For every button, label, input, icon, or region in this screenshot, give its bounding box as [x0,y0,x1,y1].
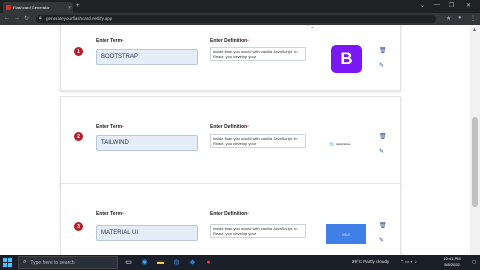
tailwind-logo-image[interactable]: ≋ tailwindcss [329,138,369,150]
edit-icon[interactable]: ✎ [379,148,384,155]
definition-label: Enter Definition* [210,124,249,130]
definition-label: Enter Definition* [210,38,249,44]
flashcard-row-2: 2 Enter Term* TAILWIND Enter Definition*… [60,96,401,185]
chrome-icon[interactable]: ◍ [172,258,181,267]
notifications-icon[interactable]: ▢ [472,259,476,265]
scroll-up-icon[interactable]: ▲ [472,27,477,33]
bootstrap-logo-image[interactable]: B [331,45,362,73]
url-text: generateyourflashcard.netlify.app [46,16,113,21]
restore-button[interactable]: ❐ [449,2,454,9]
minimize-button[interactable]: — [434,2,440,8]
tab-close-icon[interactable]: × [68,5,71,11]
tab-title: Flashcard Generator [13,5,50,10]
task-view-icon[interactable]: ▭ [124,258,133,267]
tab-search-icon[interactable]: ⌄ [420,2,425,9]
term-input[interactable]: MATERIAL UI [96,225,198,241]
card-number-badge: 1 [74,47,83,56]
edge-icon[interactable]: ◉ [140,258,149,267]
page-content: 1 Enter Term* BOOTSTRAP Enter Definition… [0,25,480,255]
scroll-handle-icon[interactable]: ⌃⌄ [306,25,314,30]
favicon-icon [6,5,11,10]
taskbar-search-box[interactable]: ⌕ Type here to search [18,256,118,269]
term-label: Enter Term* [96,38,124,44]
scrollbar-thumb[interactable] [472,117,478,207]
app-icon[interactable]: ● [204,258,213,267]
file-explorer-icon[interactable]: ▬ [156,258,165,267]
windows-taskbar: ⌕ Type here to search ▭ ◉ ▬ ◍ ◆ ● 29°C P… [0,255,480,270]
system-tray-icons[interactable]: ⌃ ▭ ◐ ♪ [400,259,417,265]
delete-icon[interactable]: 🗑 [379,222,387,229]
card-number-badge: 2 [74,132,83,141]
forward-button[interactable]: → [14,15,20,21]
term-input[interactable]: TAILWIND [96,135,198,151]
taskbar-clock[interactable]: 10:41 PM 5/8/2022 [437,256,467,268]
address-bar-row: ← → ↻ 🔒︎ generateyourflashcard.netlify.a… [0,13,480,25]
profile-icon[interactable]: ● [458,15,462,21]
vscode-icon[interactable]: ◆ [188,258,197,267]
card-number-badge: 3 [74,222,83,231]
delete-icon[interactable]: 🗑 [379,133,387,140]
term-label: Enter Term* [96,211,124,217]
url-field[interactable]: 🔒︎ generateyourflashcard.netlify.app [36,15,436,23]
extensions-icon[interactable]: ★ [446,15,451,22]
lock-icon: 🔒︎ [39,15,42,21]
term-input[interactable]: BOOTSTRAP [96,49,198,65]
new-tab-button[interactable]: + [76,3,80,9]
edit-icon[interactable]: ✎ [379,237,384,244]
delete-icon[interactable]: 🗑 [379,47,387,54]
reload-button[interactable]: ↻ [24,15,29,22]
term-label: Enter Term* [96,124,124,130]
search-icon: ⌕ [23,259,27,265]
back-button[interactable]: ← [4,15,10,21]
definition-textarea[interactable]: inside than you would with vanilla JavaS… [210,134,306,148]
close-window-button[interactable]: ✕ [466,2,471,9]
browser-tab[interactable]: Flashcard Generator × [3,2,73,13]
definition-label: Enter Definition* [210,211,249,217]
definition-textarea[interactable]: inside than you would with vanilla JavaS… [210,47,306,61]
edit-icon[interactable]: ✎ [379,62,384,69]
flashcard-row-3: 3 Enter Term* MATERIAL UI Enter Definiti… [60,183,401,255]
material-ui-logo-image[interactable]: MUI [326,224,366,244]
browser-titlebar: Flashcard Generator × + ⌄ — ❐ ✕ [0,0,480,13]
menu-icon[interactable]: ⋮ [470,15,476,22]
definition-textarea[interactable]: inside than you would with vanilla JavaS… [210,224,306,238]
weather-status[interactable]: 29°C Partly cloudy [352,259,389,264]
windows-start-icon[interactable] [3,258,12,267]
flashcard-row-1: 1 Enter Term* BOOTSTRAP Enter Definition… [60,25,401,91]
tailwind-wave-icon: ≋ [329,141,335,148]
page-scrollbar[interactable]: ▲ [470,25,480,255]
